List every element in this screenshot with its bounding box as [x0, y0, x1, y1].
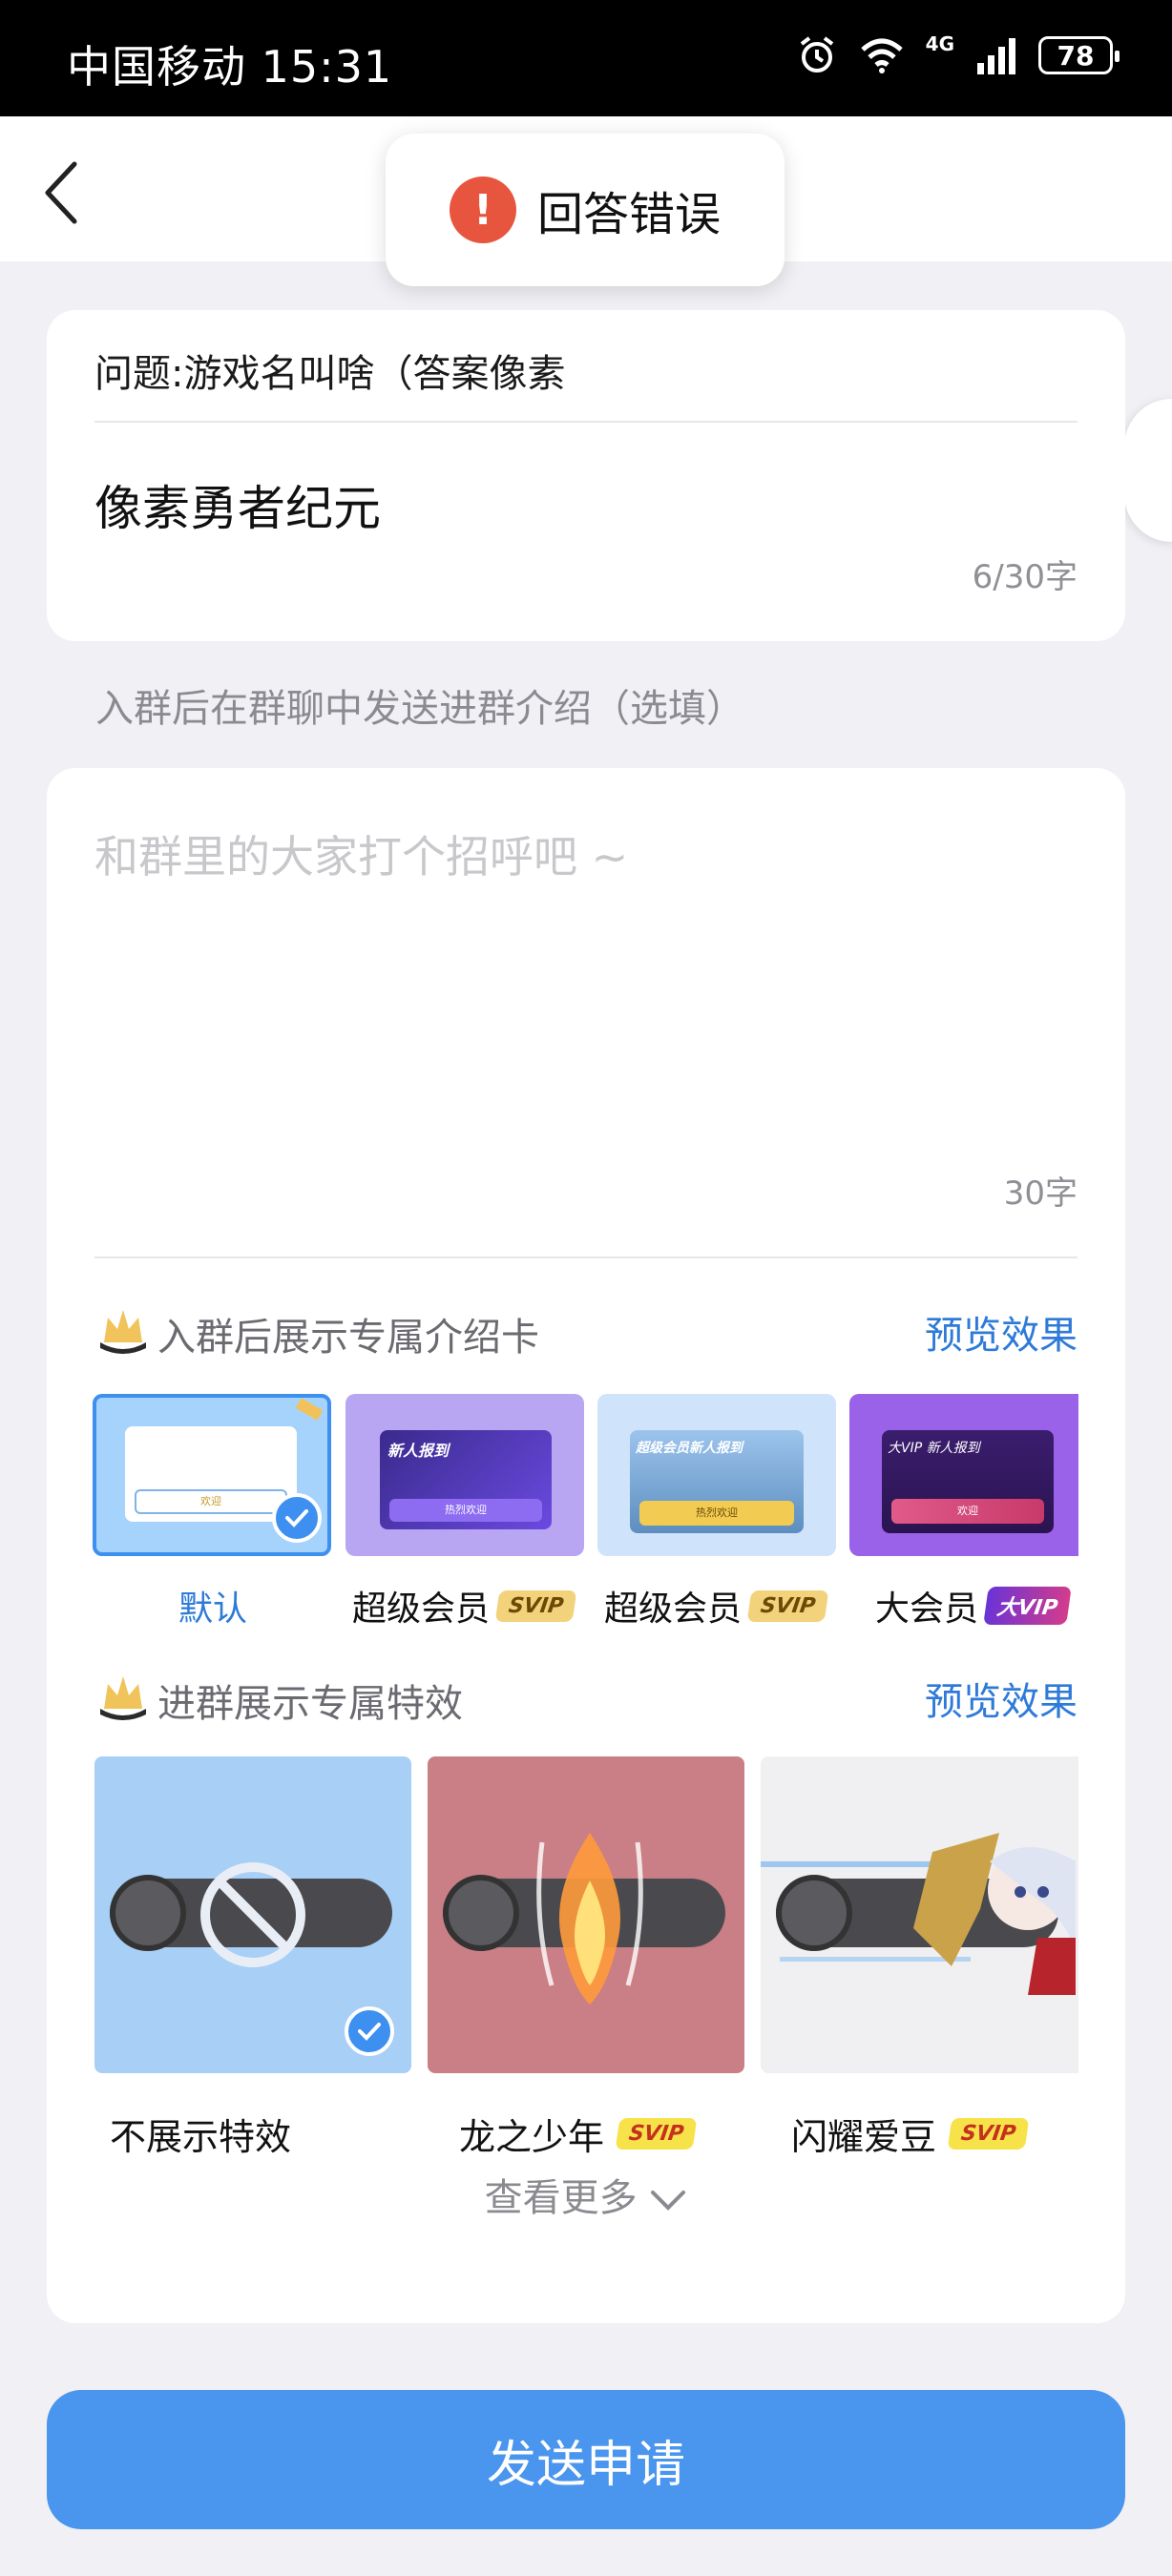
effect-option-label: 不展示特效: [110, 2116, 292, 2158]
alarm-icon: [800, 36, 833, 73]
carrier-name: 中国移动: [67, 41, 246, 93]
question-label: 问题:游戏名叫啥（答案像素: [94, 352, 566, 396]
intro-textarea[interactable]: 和群里的大家打个招呼吧 ~: [94, 822, 628, 885]
battery-level: 78: [1057, 39, 1095, 72]
floating-side-button[interactable]: [1124, 399, 1172, 542]
send-request-label: 发送申请: [486, 2436, 685, 2494]
intro-char-counter: 30字: [1003, 1174, 1078, 1213]
intro-card-preview-link[interactable]: 预览效果: [925, 1304, 1078, 1360]
answer-char-counter: 6/30字: [972, 558, 1078, 596]
divider: [94, 1257, 1078, 1258]
clock-time: 15:31: [261, 41, 393, 93]
intro-card-option-label: 默认: [178, 1589, 248, 1629]
effect-option-dragon[interactable]: [428, 1756, 744, 2073]
divider: [94, 421, 1078, 423]
thumb-button: 欢迎: [891, 1499, 1044, 1524]
back-button[interactable]: [32, 155, 90, 231]
effect-preview-link[interactable]: 预览效果: [925, 1671, 1078, 1726]
error-toast: ! 回答错误: [386, 134, 785, 286]
intro-card-option-svip-2[interactable]: 超级会员新人报到 热烈欢迎: [597, 1394, 836, 1556]
exclamation-icon: !: [449, 177, 516, 243]
svip-badge: SVIP: [615, 2118, 698, 2150]
chevron-down-icon: [651, 2191, 686, 2211]
effect-title: 进群展示专属特效: [157, 1682, 463, 1726]
thumb-button: 热烈欢迎: [389, 1499, 542, 1522]
battery-icon: 78: [1038, 36, 1120, 74]
thumb-title: 新人报到: [387, 1442, 450, 1460]
send-request-button[interactable]: 发送申请: [47, 2390, 1125, 2529]
intro-card-option-default[interactable]: 欢迎: [93, 1394, 331, 1556]
intro-card-option-bigvip[interactable]: 大VIP 新人报到 欢迎: [849, 1394, 1078, 1556]
effect-option-idol[interactable]: [761, 1756, 1078, 2073]
answer-input[interactable]: 像素勇者纪元: [94, 470, 381, 539]
intro-hint: 入群后在群聊中发送进群介绍（选填）: [95, 687, 744, 731]
effect-header: 进群展示专属特效 预览效果: [94, 1661, 1078, 1728]
effect-option-label: 闪耀爱豆 SVIP: [791, 2108, 1030, 2160]
status-carrier-time: 中国移动 15:31: [67, 32, 392, 95]
status-icons: 4G 78: [796, 32, 1120, 76]
crown-icon: [100, 1676, 146, 1720]
signal-icon: [977, 38, 1015, 74]
thumb-button: 热烈欢迎: [639, 1501, 794, 1526]
intro-card-option-label: 大会员 大VIP: [875, 1581, 1073, 1631]
check-icon: [345, 2006, 394, 2056]
intro-card-option-label: 超级会员 SVIP: [604, 1581, 829, 1631]
effect-option-none[interactable]: [94, 1756, 411, 2073]
flame-effect-icon: [536, 1833, 643, 2005]
wifi-icon: [860, 38, 903, 73]
prohibited-icon: [200, 1862, 305, 1967]
intro-card-option-svip-1[interactable]: 新人报到 热烈欢迎: [345, 1394, 584, 1556]
see-more-button[interactable]: 查看更多: [47, 2167, 1125, 2222]
question-card: 问题:游戏名叫啥（答案像素 像素勇者纪元 6/30字: [47, 310, 1125, 641]
intro-card: 和群里的大家打个招呼吧 ~ 30字 入群后展示专属介绍卡 预览效果 欢迎 新人报…: [47, 768, 1125, 2323]
check-icon: [272, 1493, 322, 1543]
effect-option-label: 龙之少年 SVIP: [459, 2108, 698, 2160]
thumb-title: 大VIP 新人报到: [888, 1441, 980, 1456]
svip-badge: SVIP: [947, 2118, 1030, 2150]
network-type: 4G: [925, 32, 954, 55]
thumb-welcome-button: 欢迎: [135, 1489, 287, 1514]
intro-card-header: 入群后展示专属介绍卡 预览效果: [94, 1295, 1078, 1361]
status-bar: 中国移动 15:31 4G 78: [0, 0, 1172, 116]
svip-badge: SVIP: [746, 1589, 829, 1622]
crown-icon: [100, 1310, 146, 1354]
svip-badge: SVIP: [494, 1589, 577, 1622]
toast-message: 回答错误: [536, 188, 721, 241]
intro-card-title: 入群后展示专属介绍卡: [157, 1316, 539, 1360]
anime-character-icon: [913, 1833, 1076, 1995]
bigvip-badge: 大VIP: [983, 1587, 1073, 1625]
intro-card-option-label: 超级会员 SVIP: [352, 1581, 577, 1631]
thumb-title: 超级会员新人报到: [636, 1441, 743, 1456]
